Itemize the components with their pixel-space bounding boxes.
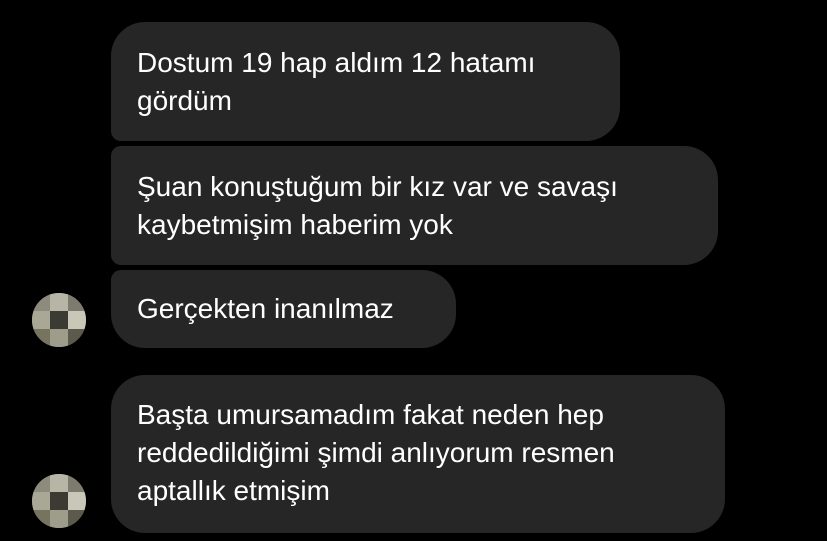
chat-screen: Dostum 19 hap aldım 12 hatamı gördüm Şua…	[0, 0, 827, 541]
message-bubble[interactable]: Gerçekten inanılmaz	[111, 270, 456, 348]
blurred-avatar-image	[32, 474, 86, 528]
avatar[interactable]	[32, 474, 86, 528]
blurred-avatar-image	[32, 293, 86, 347]
avatar[interactable]	[32, 293, 86, 347]
message-bubble[interactable]: Başta umursamadım fakat neden hep redded…	[111, 375, 725, 533]
message-bubble[interactable]: Dostum 19 hap aldım 12 hatamı gördüm	[111, 22, 620, 141]
message-bubble[interactable]: Şuan konuştuğum bir kız var ve savaşı ka…	[111, 146, 718, 265]
